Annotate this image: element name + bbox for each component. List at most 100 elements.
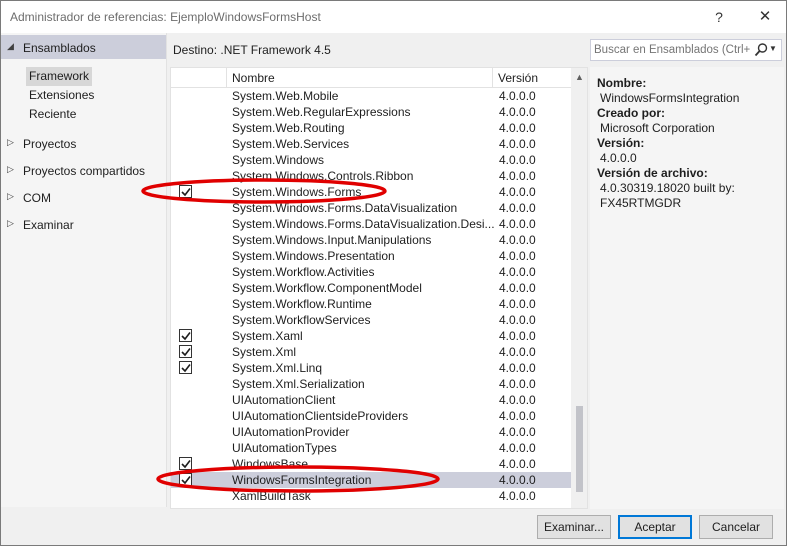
table-row[interactable]: System.Windows.Forms.DataVisualization.D… — [171, 216, 571, 232]
table-row[interactable]: System.Windows.Controls.Ribbon 4.0.0.0 — [171, 168, 571, 184]
scroll-up-arrow-icon[interactable]: ▲ — [575, 72, 584, 82]
table-row[interactable]: System.Workflow.ComponentModel 4.0.0.0 — [171, 280, 571, 296]
table-row[interactable]: WindowsBase 4.0.0.0 — [171, 456, 571, 472]
table-row[interactable]: System.Workflow.Activities 4.0.0.0 — [171, 264, 571, 280]
assembly-name: System.Windows.Input.Manipulations — [232, 233, 432, 247]
ok-button[interactable]: Aceptar — [618, 515, 692, 539]
collapsed-arrow-icon: ▷ — [7, 137, 14, 147]
table-row[interactable]: System.Web.Routing 4.0.0.0 — [171, 120, 571, 136]
assembly-name: System.Windows.Forms.DataVisualization — [232, 201, 458, 215]
checkmark-icon — [181, 476, 191, 485]
assembly-name: WindowsBase — [232, 457, 309, 471]
nav-item-browse[interactable]: ▷ Examinar — [1, 214, 166, 236]
table-row[interactable]: System.WorkflowServices 4.0.0.0 — [171, 312, 571, 328]
table-row[interactable]: System.Windows.Input.Manipulations 4.0.0.… — [171, 232, 571, 248]
column-header-name[interactable]: Nombre — [227, 68, 493, 88]
detail-version-label: Versión: — [597, 136, 645, 150]
left-navigation: ◢ Ensamblados Framework Extensiones Reci… — [1, 33, 167, 507]
search-icon[interactable] — [753, 41, 769, 59]
reference-checkbox[interactable] — [179, 473, 192, 486]
table-row[interactable]: UIAutomationTypes 4.0.0.0 — [171, 440, 571, 456]
assembly-name: System.Windows.Forms.DataVisualization.D… — [232, 217, 495, 231]
list-header: Nombre Versión — [171, 68, 571, 88]
detail-author-label: Creado por: — [597, 106, 666, 120]
table-row[interactable]: WindowsFormsIntegration 4.0.0.0 — [171, 472, 571, 488]
assembly-name: UIAutomationProvider — [232, 425, 350, 439]
search-options-dropdown-icon[interactable]: ▼ — [769, 44, 777, 53]
assembly-version: 4.0.0.0 — [499, 249, 536, 263]
assembly-name: UIAutomationClientsideProviders — [232, 409, 409, 423]
assembly-version: 4.0.0.0 — [499, 281, 536, 295]
column-header-version[interactable]: Versión — [493, 68, 571, 88]
browse-button[interactable]: Examinar... — [537, 515, 611, 539]
assembly-name: System.Web.RegularExpressions — [232, 105, 411, 119]
nav-sub-extensions[interactable]: Extensiones — [26, 86, 97, 105]
table-row[interactable]: System.Xml.Serialization 4.0.0.0 — [171, 376, 571, 392]
assembly-version: 4.0.0.0 — [499, 361, 536, 375]
assembly-version: 4.0.0.0 — [499, 137, 536, 151]
nav-item-com[interactable]: ▷ COM — [1, 187, 166, 209]
scrollbar-thumb[interactable] — [576, 406, 583, 492]
reference-checkbox[interactable] — [179, 329, 192, 342]
table-row[interactable]: System.Windows.Forms.DataVisualization 4.… — [171, 200, 571, 216]
assembly-name: System.Web.Routing — [232, 121, 345, 135]
assembly-version: 4.0.0.0 — [499, 153, 536, 167]
assembly-name: System.Web.Mobile — [232, 89, 339, 103]
table-row[interactable]: System.Web.Services 4.0.0.0 — [171, 136, 571, 152]
table-row[interactable]: System.Web.Mobile 4.0.0.0 — [171, 88, 571, 104]
column-header-checkbox[interactable] — [171, 68, 227, 88]
reference-checkbox[interactable] — [179, 361, 192, 374]
assembly-name: System.Windows — [232, 153, 325, 167]
title-bar: Administrador de referencias: EjemploWin… — [1, 1, 786, 33]
assembly-version: 4.0.0.0 — [499, 393, 536, 407]
close-button[interactable]: ✕ — [753, 5, 777, 29]
cancel-button[interactable]: Cancelar — [699, 515, 773, 539]
nav-item-label: Proyectos — [23, 137, 77, 151]
help-button[interactable]: ? — [709, 7, 729, 27]
table-row[interactable]: System.Xaml 4.0.0.0 — [171, 328, 571, 344]
table-row[interactable]: System.Web.RegularExpressions 4.0.0.0 — [171, 104, 571, 120]
nav-item-shared-projects[interactable]: ▷ Proyectos compartidos — [1, 160, 166, 182]
table-row[interactable]: System.Xml 4.0.0.0 — [171, 344, 571, 360]
reference-checkbox[interactable] — [179, 457, 192, 470]
assembly-version: 4.0.0.0 — [499, 89, 536, 103]
table-row[interactable]: System.Xml.Linq 4.0.0.0 — [171, 360, 571, 376]
assembly-version: 4.0.0.0 — [499, 121, 536, 135]
assembly-name: System.Web.Services — [232, 137, 350, 151]
assembly-name: System.Windows.Controls.Ribbon — [232, 169, 414, 183]
detail-author-value: Microsoft Corporation — [600, 121, 715, 135]
expanded-arrow-icon: ◢ — [7, 41, 14, 51]
assembly-version: 4.0.0.0 — [499, 329, 536, 343]
table-row[interactable]: UIAutomationClientsideProviders 4.0.0.0 — [171, 408, 571, 424]
reference-checkbox[interactable] — [179, 345, 192, 358]
table-row[interactable]: System.Workflow.Runtime 4.0.0.0 — [171, 296, 571, 312]
assembly-name: System.Windows.Presentation — [232, 249, 395, 263]
assembly-name: System.Workflow.Activities — [232, 265, 375, 279]
table-row[interactable]: System.Windows.Forms 4.0.0.0 — [171, 184, 571, 200]
search-input[interactable] — [594, 42, 750, 58]
nav-item-assemblies[interactable]: ◢ Ensamblados — [1, 37, 166, 59]
assembly-name: XamlBuildTask — [232, 489, 311, 503]
assembly-version: 4.0.0.0 — [499, 169, 536, 183]
collapsed-arrow-icon: ▷ — [7, 218, 14, 228]
reference-checkbox[interactable] — [179, 185, 192, 198]
detail-version-value: 4.0.0.0 — [600, 151, 637, 165]
search-box[interactable]: ▼ — [590, 39, 782, 61]
checkmark-icon — [181, 332, 191, 341]
assembly-name: System.Workflow.ComponentModel — [232, 281, 422, 295]
detail-file-version-build: FX45RTMGDR — [600, 196, 682, 210]
assembly-version: 4.0.0.0 — [499, 473, 536, 487]
nav-sub-framework[interactable]: Framework — [26, 67, 93, 86]
list-scrollbar[interactable]: ▲ — [571, 68, 587, 508]
table-row[interactable]: System.Windows 4.0.0.0 — [171, 152, 571, 168]
collapsed-arrow-icon: ▷ — [7, 164, 14, 174]
table-row[interactable]: UIAutomationClient 4.0.0.0 — [171, 392, 571, 408]
details-pane: Nombre: WindowsFormsIntegration Creado p… — [590, 67, 784, 509]
table-row[interactable]: UIAutomationProvider 4.0.0.0 — [171, 424, 571, 440]
table-row[interactable]: XamlBuildTask 4.0.0.0 — [171, 488, 571, 504]
nav-item-projects[interactable]: ▷ Proyectos — [1, 133, 166, 155]
nav-item-label: Proyectos compartidos — [23, 164, 146, 178]
nav-sub-recent[interactable]: Reciente — [26, 105, 79, 124]
table-row[interactable]: System.Windows.Presentation 4.0.0.0 — [171, 248, 571, 264]
assembly-version: 4.0.0.0 — [499, 185, 536, 199]
